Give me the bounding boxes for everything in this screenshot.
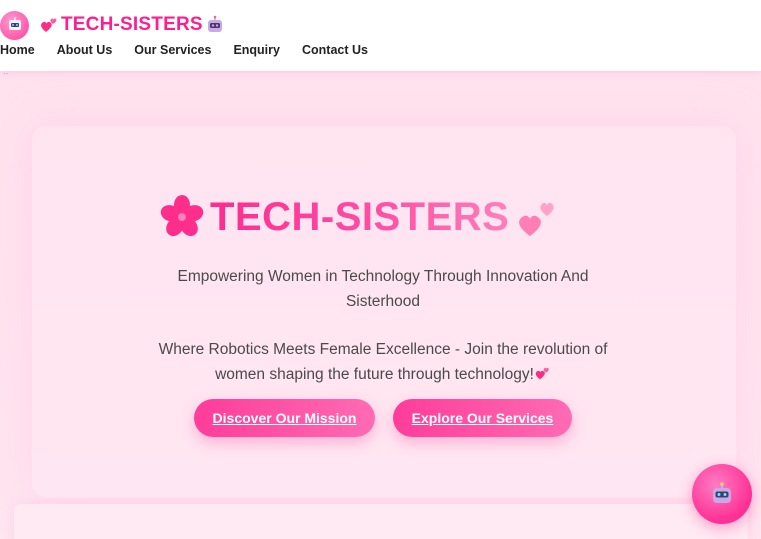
hero-tagline: Empowering Women in Technology Through I… — [177, 268, 589, 310]
cherry-blossom-icon — [160, 195, 204, 237]
robot-icon — [713, 482, 731, 503]
robot-icon — [0, 10, 29, 40]
nav-enquiry[interactable]: Enquiry — [233, 43, 280, 57]
nav-home[interactable]: Home — [0, 43, 35, 57]
brand[interactable]: TECH-SISTERS — [0, 10, 225, 40]
hero-title-text: TECH-SISTERS — [210, 194, 510, 239]
chatbot-button[interactable] — [692, 464, 752, 524]
two-hearts-icon — [41, 18, 57, 32]
site-header: TECH-SISTERS Home About Us Our Services … — [0, 0, 761, 78]
robot-icon — [207, 15, 222, 32]
page: TECH-SISTERS Home About Us Our Services … — [0, 0, 761, 539]
main-nav: Home About Us Our Services Enquiry Conta… — [0, 43, 390, 57]
hero-title: TECH-SISTERS — [160, 192, 610, 242]
nav-our-services[interactable]: Our Services — [134, 43, 211, 57]
hero-subtext: Where Robotics Meets Female Excellence -… — [150, 337, 616, 387]
next-section-panel — [14, 504, 748, 539]
explore-services-button[interactable]: Explore Our Services — [393, 399, 572, 437]
nav-about-us[interactable]: About Us — [57, 43, 113, 57]
two-hearts-icon — [519, 202, 554, 236]
decorative-dots: ·· — [3, 69, 9, 78]
brand-name: TECH-SISTERS — [61, 14, 203, 35]
discover-mission-button[interactable]: Discover Our Mission — [194, 399, 375, 437]
two-hearts-icon — [535, 367, 549, 380]
nav-contact-us[interactable]: Contact Us — [302, 43, 368, 57]
